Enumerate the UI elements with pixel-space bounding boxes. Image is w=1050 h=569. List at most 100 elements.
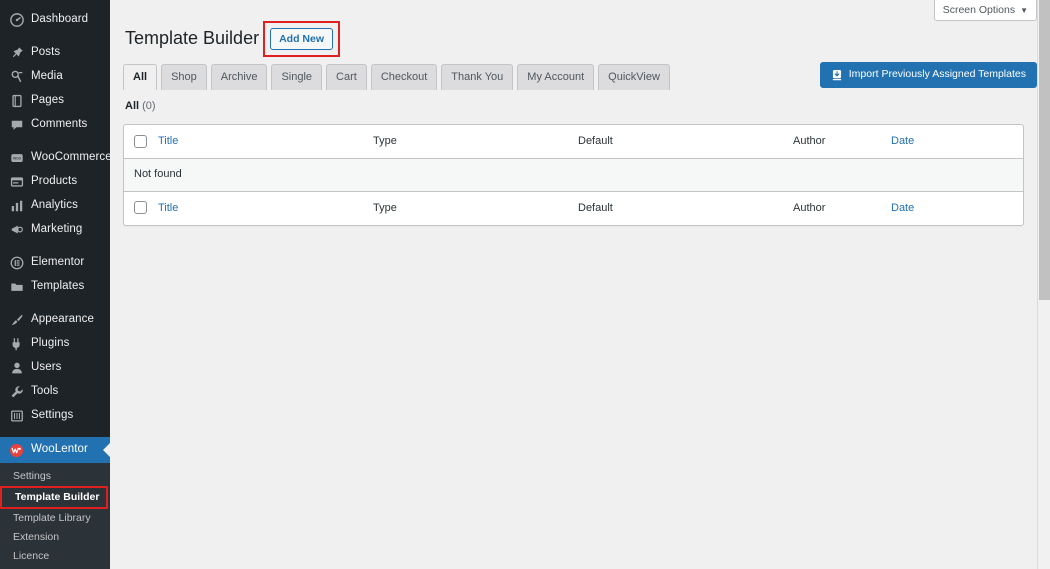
sidebar-item-appearance[interactable]: Appearance [0, 308, 110, 332]
template-builder-highlight: Template Builder [0, 486, 108, 509]
empty-state-row: Not found [124, 158, 1023, 192]
screen-options-label: Screen Options [942, 4, 1016, 16]
sidebar-item-label: Marketing [31, 223, 83, 236]
menu-spacer [0, 137, 110, 146]
sidebar-item-pages[interactable]: Pages [0, 89, 110, 113]
column-footer-label: Date [891, 201, 915, 214]
sidebar-item-tools[interactable]: Tools [0, 380, 110, 404]
chevron-down-icon: ▼ [1020, 5, 1028, 15]
column-footer-default: Default [578, 190, 793, 226]
tab-label: Shop [171, 70, 197, 83]
media-icon [9, 70, 24, 85]
menu-spacer [0, 299, 110, 308]
sidebar-item-media[interactable]: Media [0, 65, 110, 89]
sidebar-item-dashboard[interactable]: Dashboard [0, 8, 110, 32]
sidebar-item-plugins[interactable]: Plugins [0, 332, 110, 356]
analytics-icon [9, 199, 24, 214]
dashboard-icon [9, 13, 24, 28]
user-icon [9, 361, 24, 376]
add-new-button[interactable]: Add New [270, 27, 333, 51]
sidebar-item-users[interactable]: Users [0, 356, 110, 380]
main-content: Screen Options ▼ Template Builder Add Ne… [110, 0, 1050, 569]
tab-thank-you[interactable]: Thank You [441, 63, 514, 90]
column-header-label: Author [793, 135, 826, 147]
sidebar-item-label: Analytics [31, 199, 78, 212]
column-header-title[interactable]: Title [158, 125, 373, 160]
select-all-checkbox-footer[interactable] [134, 201, 147, 215]
scrollbar-thumb[interactable] [1039, 0, 1050, 300]
sliders-icon [9, 409, 24, 424]
submenu-item-licence[interactable]: Licence [0, 547, 110, 566]
sidebar-item-label: Settings [31, 409, 74, 422]
status-filter-links: All (0) [125, 100, 1037, 112]
filter-link-all[interactable]: All [125, 100, 139, 112]
submenu-item-extension[interactable]: Extension [0, 528, 110, 547]
sidebar-item-label: Comments [31, 118, 88, 131]
svg-text:woo: woo [13, 156, 22, 161]
tab-label: Cart [336, 70, 357, 83]
tab-shop[interactable]: Shop [161, 63, 207, 90]
tab-archive[interactable]: Archive [210, 63, 268, 90]
submenu-item-settings[interactable]: Settings [0, 467, 110, 486]
tab-quickview[interactable]: QuickView [598, 63, 670, 90]
sidebar-item-label: Pages [31, 94, 65, 107]
page-scrollbar[interactable] [1037, 0, 1050, 569]
download-import-icon [831, 69, 843, 81]
tab-single[interactable]: Single [271, 63, 323, 90]
column-header-default: Default [578, 125, 793, 160]
templates-table: Title Type Default Author Date Not found… [123, 124, 1024, 227]
sidebar-item-analytics[interactable]: Analytics [0, 194, 110, 218]
tab-label: Single [281, 70, 313, 83]
submenu-item-label: Licence [13, 550, 50, 562]
sidebar-item-templates[interactable]: Templates [0, 275, 110, 299]
sidebar-item-marketing[interactable]: Marketing [0, 218, 110, 242]
sidebar-item-settings[interactable]: Settings [0, 404, 110, 428]
column-footer-type: Type [373, 190, 578, 226]
column-header-author: Author [793, 125, 891, 160]
submenu-item-label: Settings [13, 470, 51, 482]
sidebar-item-products[interactable]: Products [0, 170, 110, 194]
template-type-tabs: All Shop Archive Single Cart Checkout Th… [123, 63, 670, 90]
filter-count-all: (0) [142, 100, 156, 112]
folder-icon [9, 280, 24, 295]
import-templates-label: Import Previously Assigned Templates [848, 68, 1026, 81]
sidebar-item-comments[interactable]: Comments [0, 113, 110, 137]
column-footer-label: Title [158, 201, 179, 214]
submenu-item-label: Extension [13, 531, 60, 543]
column-header-type: Type [373, 125, 578, 160]
sidebar-item-woolentor[interactable]: WooLentor [0, 437, 110, 463]
tab-all[interactable]: All [123, 63, 158, 90]
plug-icon [9, 337, 24, 352]
table-footer-row: Title Type Default Author Date [124, 190, 1023, 226]
tab-cart[interactable]: Cart [326, 63, 367, 90]
sidebar-item-label: Media [31, 70, 63, 83]
page-icon [9, 94, 24, 109]
submenu-item-template-builder[interactable]: Template Builder [2, 488, 106, 507]
submenu-item-template-library[interactable]: Template Library [0, 509, 110, 528]
tab-my-account[interactable]: My Account [517, 63, 595, 90]
sidebar-item-posts[interactable]: Posts [0, 41, 110, 65]
column-header-label: Type [373, 135, 397, 147]
empty-state-message: Not found [124, 158, 1023, 192]
sidebar-item-woocommerce[interactable]: woo WooCommerce [0, 146, 110, 170]
column-footer-title[interactable]: Title [158, 190, 373, 226]
select-all-footer [124, 190, 158, 226]
column-footer-label: Type [373, 201, 397, 214]
tab-label: All [133, 70, 148, 83]
screen-options-button[interactable]: Screen Options ▼ [933, 0, 1037, 21]
sidebar-item-label: Users [31, 361, 62, 374]
wrench-icon [9, 385, 24, 400]
column-header-label: Title [158, 135, 179, 147]
tab-label: My Account [527, 70, 585, 83]
column-footer-date[interactable]: Date [891, 190, 1023, 226]
column-footer-label: Default [578, 201, 613, 214]
import-templates-button[interactable]: Import Previously Assigned Templates [819, 62, 1037, 88]
admin-screen: Dashboard Posts Media Pages Comments woo… [0, 0, 1050, 569]
select-all-checkbox[interactable] [134, 134, 147, 148]
column-header-date[interactable]: Date [891, 125, 1023, 160]
submenu-item-label: Template Builder [15, 491, 100, 503]
sidebar-item-elementor[interactable]: Elementor [0, 251, 110, 275]
sidebar-item-label: Appearance [31, 313, 95, 326]
sidebar-item-label: Products [31, 175, 78, 188]
tab-checkout[interactable]: Checkout [370, 63, 438, 90]
